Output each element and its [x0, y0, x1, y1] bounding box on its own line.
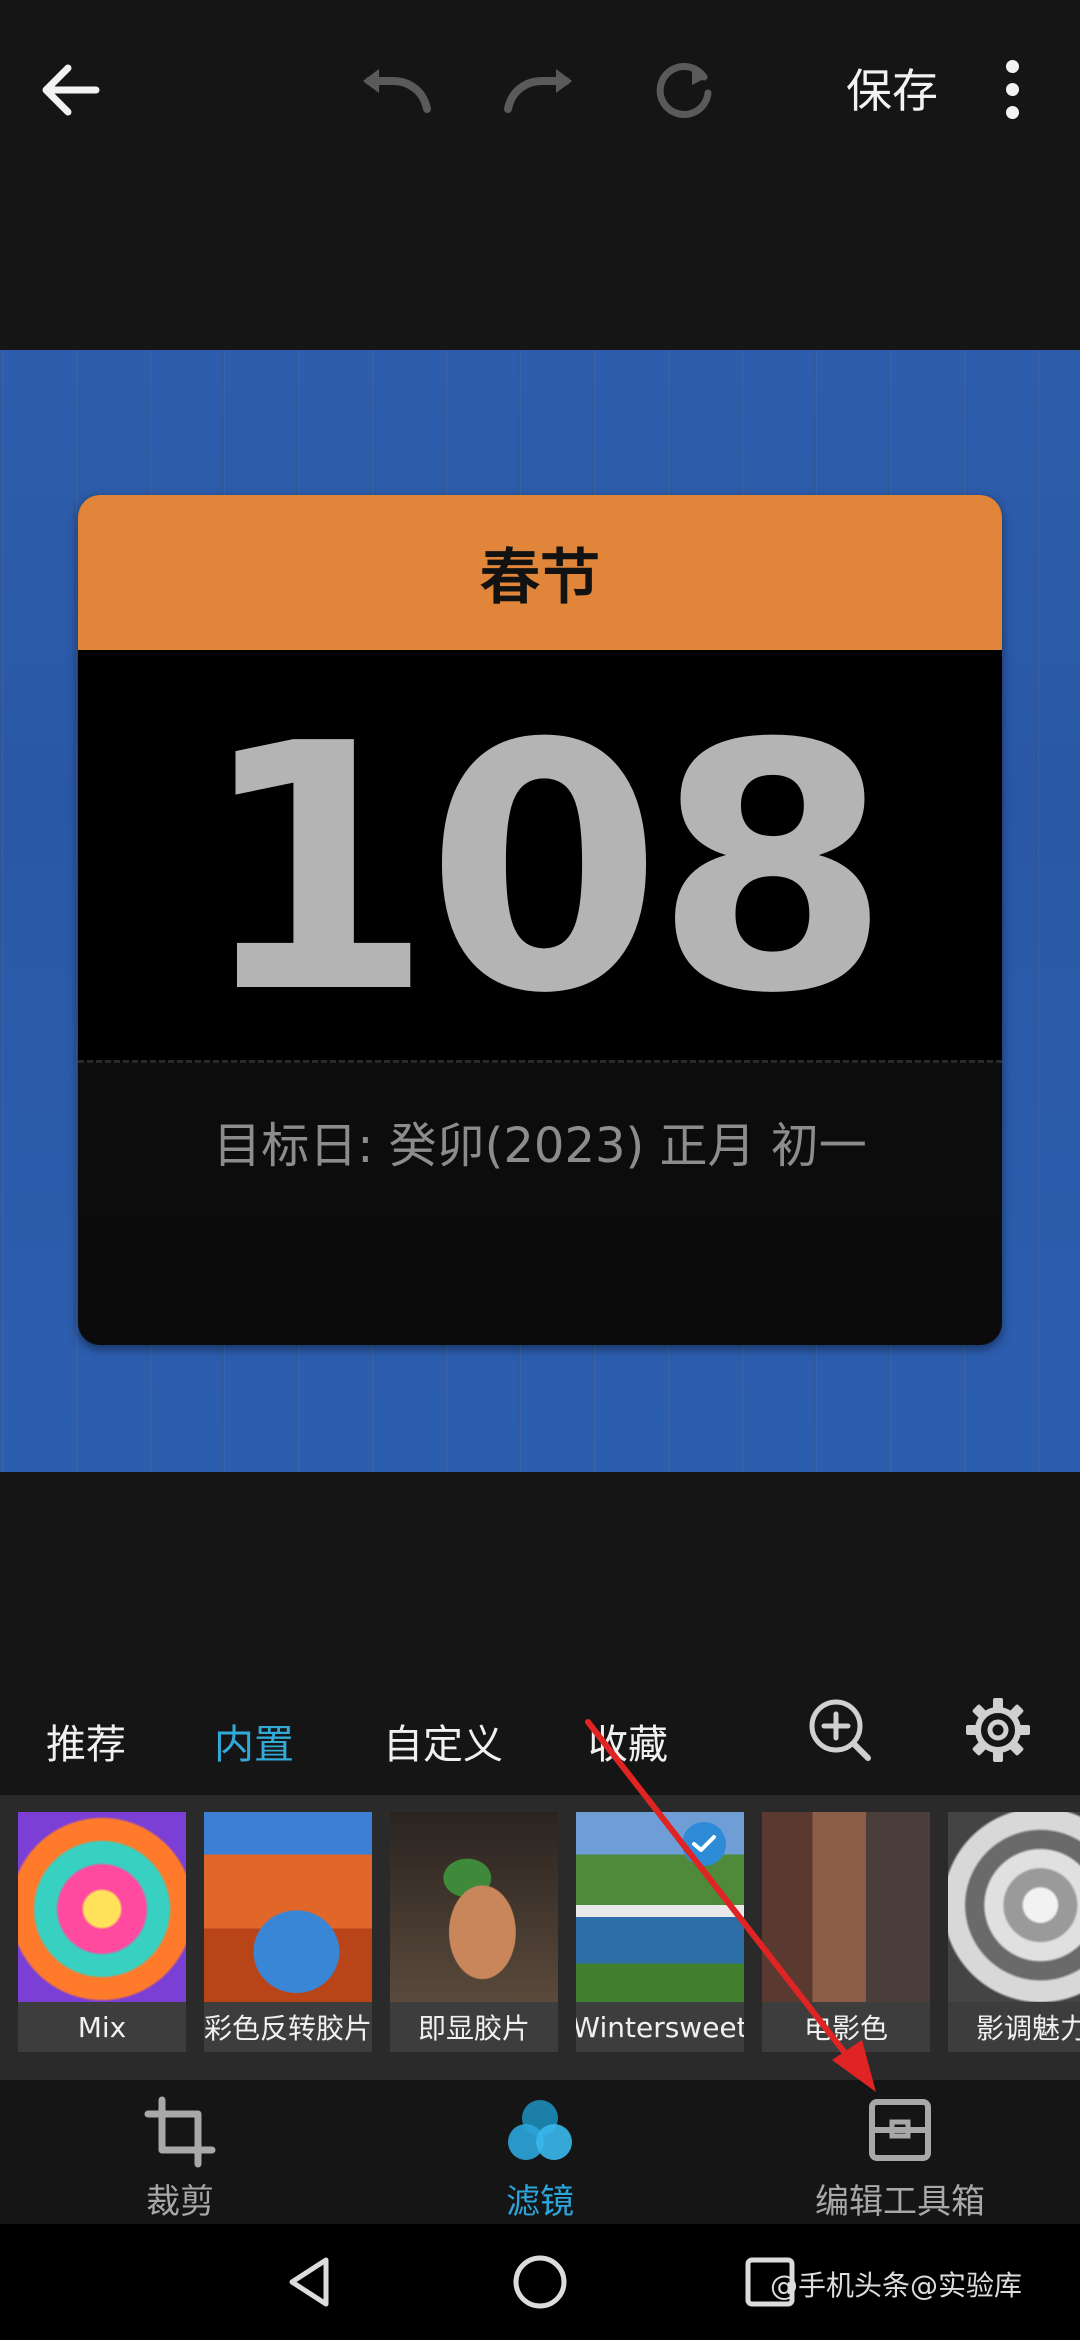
nav-filter[interactable]: 滤镜	[420, 2082, 660, 2224]
undo-icon	[363, 69, 431, 113]
bottom-nav: 裁剪 滤镜 编辑工具箱	[0, 2082, 1080, 2224]
nav-back-icon[interactable]	[280, 2252, 340, 2312]
toolbox-icon	[869, 2099, 931, 2161]
zoom-in-icon[interactable]	[800, 1690, 880, 1770]
more-vert-icon[interactable]	[1004, 60, 1020, 120]
filter-preview-image	[390, 1812, 558, 2006]
filter-label: Mix	[18, 2002, 186, 2052]
filter-label: 即显胶片	[390, 2002, 558, 2052]
system-nav-bar: @手机头条@实验库	[0, 2224, 1080, 2340]
reset-button[interactable]	[645, 50, 725, 130]
image-canvas[interactable]: 春节 108 目标日: 癸卯(2023) 正月 初一	[0, 350, 1080, 1472]
countdown-card: 春节 108 目标日: 癸卯(2023) 正月 初一	[78, 495, 1002, 1345]
back-button[interactable]	[30, 50, 110, 130]
tab-custom[interactable]: 自定义	[383, 1712, 503, 1770]
filter-icon	[508, 2100, 572, 2160]
nav-label: 裁剪	[146, 2182, 214, 2222]
filter-thumb[interactable]: 影调魅力	[948, 1812, 1080, 2052]
back-arrow-icon	[42, 64, 100, 116]
filter-preview-image	[762, 1812, 930, 2006]
tab-builtin[interactable]: 内置	[214, 1712, 294, 1770]
top-toolbar: 保存	[0, 0, 1080, 175]
filter-category-tabs: 推荐 内置 自定义 收藏	[0, 1680, 1080, 1800]
tab-favorites[interactable]: 收藏	[588, 1712, 668, 1770]
save-button[interactable]: 保存	[846, 55, 938, 121]
filter-thumb[interactable]: 彩色反转胶片	[204, 1812, 372, 2052]
gear-icon[interactable]	[958, 1690, 1038, 1770]
tab-recommended[interactable]: 推荐	[46, 1712, 126, 1770]
nav-toolbox[interactable]: 编辑工具箱	[780, 2082, 1020, 2224]
filter-strip[interactable]: Mix 彩色反转胶片 即显胶片 Wintersweet 电影色 影调魅力	[0, 1795, 1080, 2080]
filter-label: 电影色	[762, 2002, 930, 2052]
watermark-text: @手机头条@实验库	[770, 2269, 1023, 2302]
card-title: 春节	[78, 495, 1002, 650]
target-date-text: 目标日: 癸卯(2023) 正月 初一	[78, 1063, 1002, 1218]
undo-button[interactable]	[355, 55, 435, 125]
nav-home-icon[interactable]	[510, 2252, 570, 2312]
filter-thumb[interactable]: 即显胶片	[390, 1812, 558, 2052]
filter-thumb[interactable]: 电影色	[762, 1812, 930, 2052]
crop-icon	[144, 2096, 216, 2168]
days-count: 108	[78, 650, 1002, 1068]
filter-preview-image	[948, 1812, 1080, 2006]
filter-label: 影调魅力	[948, 2002, 1080, 2052]
filter-preview-image	[204, 1812, 372, 2006]
filter-label: Wintersweet	[576, 2002, 744, 2052]
nav-label: 编辑工具箱	[815, 2182, 985, 2222]
reset-icon	[656, 62, 712, 118]
filter-thumb[interactable]: Wintersweet	[576, 1812, 744, 2052]
filter-label: 彩色反转胶片	[204, 2002, 372, 2052]
redo-button[interactable]	[500, 55, 580, 125]
selected-check-icon	[682, 1822, 726, 1866]
nav-crop[interactable]: 裁剪	[60, 2082, 300, 2224]
filter-preview-image	[18, 1812, 186, 2006]
redo-icon	[504, 69, 572, 113]
nav-label: 滤镜	[506, 2182, 574, 2222]
filter-thumb[interactable]: Mix	[18, 1812, 186, 2052]
